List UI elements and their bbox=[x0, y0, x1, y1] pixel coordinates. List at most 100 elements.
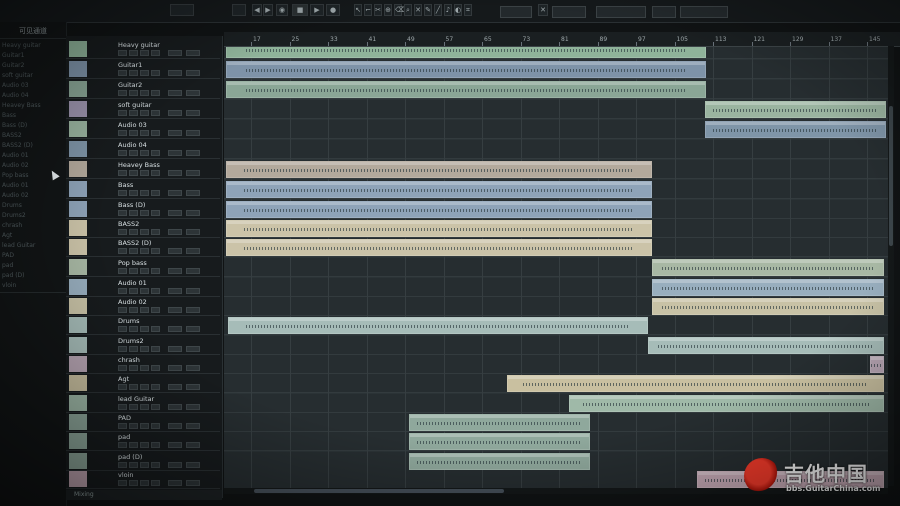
edit-button[interactable] bbox=[168, 268, 182, 274]
edit-button[interactable] bbox=[168, 170, 182, 176]
snap-type-select[interactable] bbox=[500, 6, 532, 18]
track-lane[interactable] bbox=[224, 140, 888, 159]
mute-button[interactable] bbox=[118, 365, 127, 371]
mute-button[interactable] bbox=[118, 268, 127, 274]
lane-button[interactable] bbox=[186, 50, 200, 56]
track-row[interactable]: Heavey Bass bbox=[66, 160, 220, 179]
quantize-icon[interactable]: ✕ bbox=[538, 4, 548, 16]
track-name[interactable]: Drums bbox=[118, 317, 140, 325]
play-button[interactable]: ▶ bbox=[310, 4, 324, 16]
mute-button[interactable] bbox=[118, 90, 127, 96]
channel-item[interactable]: Audio 01 bbox=[2, 182, 62, 191]
solo-button[interactable] bbox=[129, 384, 138, 390]
write-button[interactable] bbox=[151, 480, 160, 486]
edit-button[interactable] bbox=[168, 404, 182, 410]
audio-clip[interactable] bbox=[705, 121, 886, 138]
lane-button[interactable] bbox=[186, 268, 200, 274]
window-select[interactable] bbox=[680, 6, 728, 18]
track-color-swatch[interactable] bbox=[69, 433, 87, 449]
mute-button[interactable] bbox=[118, 130, 127, 136]
audio-clip[interactable] bbox=[226, 220, 652, 237]
track-color-swatch[interactable] bbox=[69, 161, 87, 177]
track-color-swatch[interactable] bbox=[69, 317, 87, 333]
audio-clip[interactable] bbox=[648, 337, 884, 354]
track-color-swatch[interactable] bbox=[69, 453, 87, 469]
track-name[interactable]: pad bbox=[118, 433, 130, 441]
lane-button[interactable] bbox=[186, 190, 200, 196]
channel-item[interactable]: chrash bbox=[2, 222, 62, 231]
track-row[interactable]: soft guitar bbox=[66, 100, 220, 119]
solo-button[interactable] bbox=[129, 423, 138, 429]
mute-tool-icon[interactable]: ✕ bbox=[414, 4, 422, 16]
solo-button[interactable] bbox=[129, 70, 138, 76]
read-button[interactable] bbox=[140, 423, 149, 429]
write-button[interactable] bbox=[151, 130, 160, 136]
solo-button[interactable] bbox=[129, 229, 138, 235]
channel-item[interactable]: Audio 02 bbox=[2, 192, 62, 201]
zoom-tool-icon[interactable]: ⌕ bbox=[404, 4, 412, 16]
solo-button[interactable] bbox=[129, 365, 138, 371]
edit-button[interactable] bbox=[168, 229, 182, 235]
audio-clip[interactable] bbox=[226, 61, 706, 78]
channel-item[interactable]: Audio 03 bbox=[2, 82, 62, 91]
track-color-swatch[interactable] bbox=[69, 201, 87, 217]
write-button[interactable] bbox=[151, 50, 160, 56]
lane-button[interactable] bbox=[186, 307, 200, 313]
tool-button[interactable] bbox=[170, 4, 194, 16]
solo-button[interactable] bbox=[129, 90, 138, 96]
track-color-swatch[interactable] bbox=[69, 471, 87, 487]
solo-button[interactable] bbox=[129, 288, 138, 294]
scroll-thumb[interactable] bbox=[889, 106, 893, 246]
edit-button[interactable] bbox=[168, 462, 182, 468]
forward-button[interactable]: ▶ bbox=[263, 4, 273, 16]
write-button[interactable] bbox=[151, 210, 160, 216]
track-row[interactable]: PAD bbox=[66, 413, 220, 432]
track-name[interactable]: vloin bbox=[118, 471, 134, 479]
track-row[interactable]: Audio 02 bbox=[66, 297, 220, 316]
read-button[interactable] bbox=[140, 110, 149, 116]
track-row[interactable]: Drums2 bbox=[66, 336, 220, 355]
mute-button[interactable] bbox=[118, 462, 127, 468]
channel-item[interactable]: Drums bbox=[2, 202, 62, 211]
rewind-button[interactable]: ◀ bbox=[252, 4, 262, 16]
channel-item[interactable]: BASS2 bbox=[2, 132, 62, 141]
lane-button[interactable] bbox=[186, 90, 200, 96]
color-tool-icon[interactable]: ◐ bbox=[454, 4, 462, 16]
write-button[interactable] bbox=[151, 150, 160, 156]
read-button[interactable] bbox=[140, 210, 149, 216]
channel-item[interactable]: pad bbox=[2, 262, 62, 271]
write-button[interactable] bbox=[151, 365, 160, 371]
read-button[interactable] bbox=[140, 130, 149, 136]
track-name[interactable]: BASS2 bbox=[118, 220, 139, 228]
read-button[interactable] bbox=[140, 170, 149, 176]
audio-clip[interactable] bbox=[409, 433, 590, 450]
write-button[interactable] bbox=[151, 326, 160, 332]
pointer-tool-icon[interactable]: ↖ bbox=[354, 4, 362, 16]
color-select[interactable] bbox=[652, 6, 676, 18]
track-color-swatch[interactable] bbox=[69, 81, 87, 97]
solo-button[interactable] bbox=[129, 326, 138, 332]
channel-item[interactable]: Heavy guitar bbox=[2, 42, 62, 51]
track-name[interactable]: Heavy guitar bbox=[118, 41, 160, 49]
mute-button[interactable] bbox=[118, 404, 127, 410]
lane-button[interactable] bbox=[186, 150, 200, 156]
channel-item[interactable]: soft guitar bbox=[2, 72, 62, 81]
track-name[interactable]: Guitar1 bbox=[118, 61, 142, 69]
play-tool-icon[interactable]: ♪ bbox=[444, 4, 452, 16]
solo-button[interactable] bbox=[129, 404, 138, 410]
audio-clip[interactable] bbox=[652, 259, 884, 276]
split-tool-icon[interactable]: ✂ bbox=[374, 4, 382, 16]
audio-clip[interactable] bbox=[705, 101, 886, 118]
channel-item[interactable]: Agt bbox=[2, 232, 62, 241]
erase-tool-icon[interactable]: ⌫ bbox=[394, 4, 405, 16]
solo-button[interactable] bbox=[129, 462, 138, 468]
edit-button[interactable] bbox=[168, 210, 182, 216]
track-color-swatch[interactable] bbox=[69, 337, 87, 353]
channel-item[interactable]: pad (D) bbox=[2, 272, 62, 281]
write-button[interactable] bbox=[151, 404, 160, 410]
mute-button[interactable] bbox=[118, 307, 127, 313]
solo-button[interactable] bbox=[129, 190, 138, 196]
mute-button[interactable] bbox=[118, 150, 127, 156]
track-name[interactable]: soft guitar bbox=[118, 101, 151, 109]
record-button[interactable]: ● bbox=[326, 4, 340, 16]
